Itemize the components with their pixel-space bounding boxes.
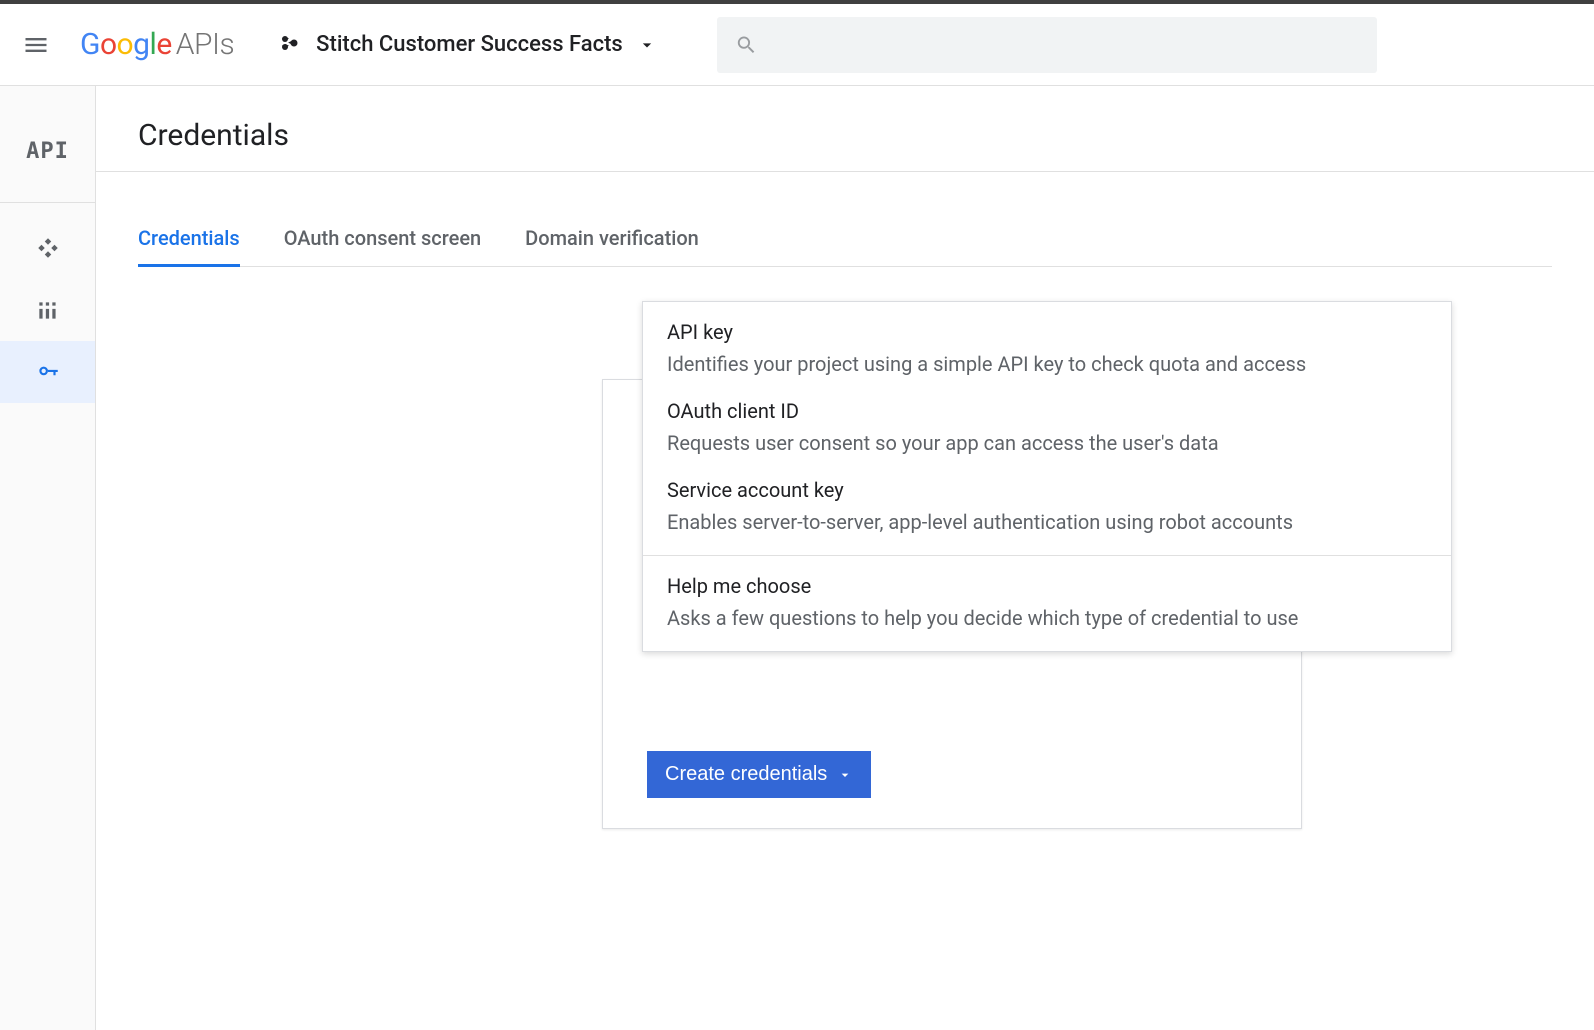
sidebar-item-library[interactable] xyxy=(0,279,95,341)
create-credentials-label: Create credentials xyxy=(665,763,827,786)
menu-button[interactable] xyxy=(12,21,60,69)
sidebar-item-enable-apis[interactable] xyxy=(0,217,95,279)
api-icon-label: API xyxy=(26,139,69,164)
top-bar: GoogleAPIs Stitch Customer Success Facts xyxy=(0,0,1594,86)
menu-item-help-me-choose[interactable]: Help me choose Asks a few questions to h… xyxy=(667,574,1427,633)
sidebar-item-dashboard[interactable]: API xyxy=(0,120,95,182)
search-input[interactable] xyxy=(771,34,1358,55)
menu-item-desc: Enables server-to-server, app-level auth… xyxy=(667,508,1427,537)
project-name: Stitch Customer Success Facts xyxy=(316,32,623,57)
google-apis-logo: GoogleAPIs xyxy=(80,27,234,62)
menu-item-oauth-client-id[interactable]: OAuth client ID Requests user consent so… xyxy=(667,399,1427,458)
caret-down-icon xyxy=(837,767,853,783)
project-picker[interactable]: Stitch Customer Success Facts xyxy=(278,32,657,57)
menu-item-desc: Asks a few questions to help you decide … xyxy=(667,604,1427,633)
content-wrap: Credentials OAuth consent screen Domain … xyxy=(96,172,1594,947)
tab-oauth-consent[interactable]: OAuth consent screen xyxy=(284,218,481,266)
menu-item-title: Help me choose xyxy=(667,574,1427,598)
menu-group-1: API key Identifies your project using a … xyxy=(643,302,1451,555)
search-box[interactable] xyxy=(717,17,1377,73)
search-icon xyxy=(735,33,758,57)
menu-item-api-key[interactable]: API key Identifies your project using a … xyxy=(667,320,1427,379)
create-credentials-button[interactable]: Create credentials xyxy=(647,751,871,798)
hexagon-icon xyxy=(278,33,302,57)
library-icon xyxy=(35,297,61,323)
content-area: Create credentials API key Identifies yo… xyxy=(138,267,1552,907)
logo-suffix: APIs xyxy=(176,27,234,62)
menu-group-2: Help me choose Asks a few questions to h… xyxy=(643,555,1451,651)
caret-down-icon xyxy=(637,35,657,55)
menu-item-title: Service account key xyxy=(667,478,1427,502)
layout: API Credentials Credentials OAuth consen… xyxy=(0,86,1594,1030)
menu-item-title: API key xyxy=(667,320,1427,344)
hamburger-icon xyxy=(22,31,50,59)
page-header: Credentials xyxy=(96,86,1594,172)
tab-credentials[interactable]: Credentials xyxy=(138,218,240,267)
key-icon xyxy=(35,359,61,385)
tab-domain-verification[interactable]: Domain verification xyxy=(525,218,699,266)
main: Credentials Credentials OAuth consent sc… xyxy=(96,86,1594,1030)
menu-item-service-account-key[interactable]: Service account key Enables server-to-se… xyxy=(667,478,1427,537)
create-credentials-menu: API key Identifies your project using a … xyxy=(642,301,1452,652)
diamond-icon xyxy=(35,235,61,261)
tabs: Credentials OAuth consent screen Domain … xyxy=(138,218,1552,267)
sidebar-separator xyxy=(0,202,95,203)
menu-item-desc: Identifies your project using a simple A… xyxy=(667,350,1427,379)
menu-item-desc: Requests user consent so your app can ac… xyxy=(667,429,1427,458)
page-title: Credentials xyxy=(138,118,1552,153)
sidebar-item-credentials[interactable] xyxy=(0,341,95,403)
menu-item-title: OAuth client ID xyxy=(667,399,1427,423)
sidebar: API xyxy=(0,86,96,1030)
